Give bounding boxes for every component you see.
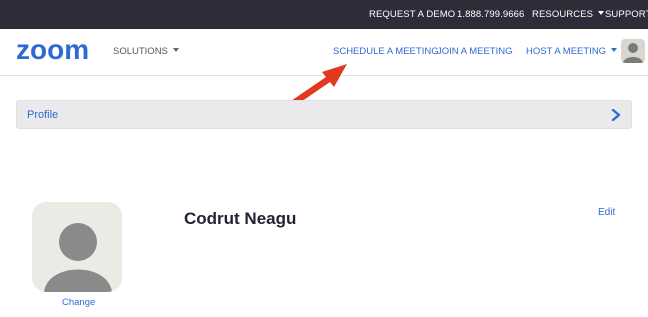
chevron-right-icon bbox=[611, 109, 621, 121]
host-meeting-menu[interactable]: HOST A MEETING bbox=[526, 46, 618, 57]
schedule-meeting-link[interactable]: SCHEDULE A MEETING bbox=[333, 46, 439, 57]
phone-number-link[interactable]: 1.888.799.9666 bbox=[457, 9, 524, 20]
host-meeting-label: HOST A MEETING bbox=[526, 46, 607, 57]
profile-section-bar[interactable]: Profile bbox=[16, 100, 632, 129]
profile-name: Codrut Neagu bbox=[184, 209, 297, 228]
change-photo-link[interactable]: Change bbox=[62, 297, 95, 308]
caret-down-icon bbox=[172, 48, 179, 53]
join-meeting-link[interactable]: JOIN A MEETING bbox=[437, 46, 513, 57]
support-link[interactable]: SUPPORT bbox=[605, 9, 648, 20]
request-demo-link[interactable]: REQUEST A DEMO bbox=[369, 9, 455, 20]
caret-down-icon bbox=[598, 11, 605, 16]
resources-menu[interactable]: RESOURCES bbox=[532, 9, 605, 20]
profile-picture bbox=[32, 202, 122, 292]
profile-bar-label: Profile bbox=[27, 109, 59, 121]
zoom-logo-text: zoom bbox=[16, 35, 89, 65]
solutions-menu[interactable]: SOLUTIONS bbox=[113, 46, 179, 57]
top-utility-bar: REQUEST A DEMO 1.888.799.9666 RESOURCES … bbox=[0, 0, 648, 29]
zoom-logo[interactable]: zoom bbox=[16, 35, 102, 67]
caret-down-icon bbox=[611, 48, 618, 53]
user-avatar-icon[interactable] bbox=[621, 39, 645, 63]
user-avatar-icon bbox=[44, 223, 112, 292]
resources-label: RESOURCES bbox=[532, 9, 594, 20]
edit-profile-link[interactable]: Edit bbox=[598, 207, 615, 218]
solutions-label: SOLUTIONS bbox=[113, 46, 168, 57]
avatar-silhouette bbox=[623, 43, 643, 63]
